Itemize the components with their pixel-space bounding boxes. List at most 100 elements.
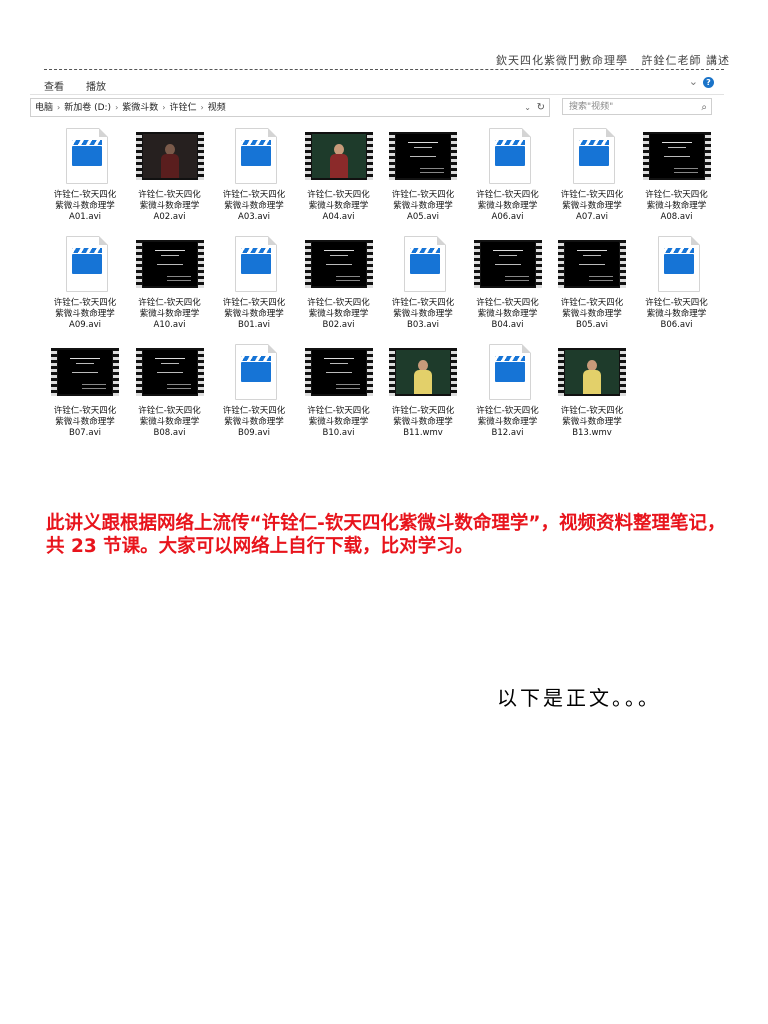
file-name-line2: 紫微斗数命理学: [308, 417, 369, 427]
file-name-line2: 紫微斗数命理学: [393, 417, 453, 427]
file-name-line1: 许铨仁-钦天四化: [307, 190, 370, 200]
file-name-line1: 许铨仁-钦天四化: [138, 298, 201, 308]
file-name-line2: 紫微斗数命理学: [308, 309, 369, 319]
file-name: 许铨仁-钦天四化 紫微斗数命理学 B13.wmv: [551, 406, 633, 439]
file-item[interactable]: 许铨仁-钦天四化 紫微斗数命理学 A02.avi: [129, 128, 211, 230]
address-bar[interactable]: 电脑 › 新加卷 (D:) › 紫微斗数 › 许铨仁 › 视频 ⌄ ↻: [30, 98, 550, 117]
file-item[interactable]: 许铨仁-钦天四化 紫微斗数命理学 A01.avi: [44, 128, 126, 230]
file-item[interactable]: 许铨仁-钦天四化 紫微斗数命理学 A08.avi: [636, 128, 718, 230]
file-name-line1: 许铨仁-钦天四化: [560, 190, 624, 200]
file-name-line2: 紫微斗数命理学: [562, 309, 622, 319]
breadcrumb-item[interactable]: 新加卷 (D:): [64, 103, 111, 113]
file-item[interactable]: 许铨仁-钦天四化 紫微斗数命理学 B01.avi: [213, 236, 295, 338]
file-name-line2: 紫微斗数命理学: [308, 201, 369, 211]
file-item[interactable]: 许铨仁-钦天四化 紫微斗数命理学 B10.avi: [298, 344, 380, 446]
refresh-icon[interactable]: ↻: [537, 99, 545, 116]
video-file-icon: [51, 128, 119, 186]
video-file-icon: [220, 236, 288, 294]
file-item[interactable]: 许铨仁-钦天四化 紫微斗数命理学 B04.avi: [467, 236, 549, 338]
file-name-line2: 紫微斗数命理学: [139, 201, 200, 211]
file-name-line3: A08.avi: [660, 212, 693, 222]
file-name-line2: 紫微斗数命理学: [477, 201, 538, 211]
address-dropdown-icon[interactable]: ⌄: [524, 99, 531, 116]
file-name-line3: A06.avi: [491, 212, 524, 222]
search-input[interactable]: 搜索"视频" ⌕: [562, 98, 712, 115]
file-item[interactable]: 许铨仁-钦天四化 紫微斗数命理学 B13.wmv: [551, 344, 633, 446]
file-name-line2: 紫微斗数命理学: [477, 309, 538, 319]
file-name-line3: B11.wmv: [403, 428, 443, 438]
help-icon[interactable]: ?: [703, 77, 714, 88]
file-name-line1: 许铨仁-钦天四化: [307, 406, 370, 416]
search-icon: ⌕: [701, 102, 707, 113]
file-name-line2: 紫微斗数命理学: [393, 309, 453, 319]
file-item[interactable]: 许铨仁-钦天四化 紫微斗数命理学 B02.avi: [298, 236, 380, 338]
page-header-title: 欽天四化紫微鬥數命理學: [496, 54, 628, 67]
video-thumbnail: [135, 344, 204, 402]
file-item[interactable]: 许铨仁-钦天四化 紫微斗数命理学 B12.avi: [467, 344, 549, 446]
video-thumbnail: [389, 128, 457, 186]
video-thumbnail: [51, 344, 119, 402]
breadcrumb-item[interactable]: 紫微斗数: [122, 103, 158, 113]
file-item[interactable]: 许铨仁-钦天四化 紫微斗数命理学 A10.avi: [129, 236, 211, 338]
ribbon-collapse-icon[interactable]: ⌄: [689, 75, 698, 88]
tab-view[interactable]: 查看: [44, 78, 64, 93]
file-name: 许铨仁-钦天四化 紫微斗数命理学 A05.avi: [382, 190, 464, 223]
file-name-line3: B09.avi: [238, 428, 270, 438]
file-name-line3: A05.avi: [407, 212, 439, 222]
video-thumbnail: [558, 344, 626, 402]
breadcrumb-item[interactable]: 视频: [208, 103, 226, 113]
tab-play[interactable]: 播放: [86, 78, 106, 93]
file-item[interactable]: 许铨仁-钦天四化 紫微斗数命理学 B06.avi: [636, 236, 718, 338]
file-name: 许铨仁-钦天四化 紫微斗数命理学 A06.avi: [467, 190, 549, 223]
file-name-line2: 紫微斗数命理学: [55, 417, 115, 427]
breadcrumb-separator: ›: [115, 103, 119, 112]
breadcrumb-separator: ›: [200, 103, 204, 112]
video-thumbnail: [304, 236, 373, 294]
file-name-line1: 许铨仁-钦天四化: [222, 298, 286, 308]
file-name-line1: 许铨仁-钦天四化: [138, 190, 201, 200]
video-thumbnail: [558, 236, 626, 294]
file-name-line1: 许铨仁-钦天四化: [391, 298, 455, 308]
file-name-line1: 许铨仁-钦天四化: [222, 190, 286, 200]
video-thumbnail: [389, 344, 457, 402]
file-name-line3: B12.avi: [491, 428, 524, 438]
file-name: 许铨仁-钦天四化 紫微斗数命理学 B11.wmv: [382, 406, 464, 439]
breadcrumb-item[interactable]: 电脑: [35, 103, 53, 113]
file-item[interactable]: 许铨仁-钦天四化 紫微斗数命理学 A06.avi: [467, 128, 549, 230]
video-thumbnail: [642, 128, 711, 186]
file-item[interactable]: 许铨仁-钦天四化 紫微斗数命理学 A04.avi: [298, 128, 380, 230]
file-name-line3: A02.avi: [153, 212, 186, 222]
file-name: 许铨仁-钦天四化 紫微斗数命理学 B12.avi: [467, 406, 549, 439]
file-name-line1: 许铨仁-钦天四化: [138, 406, 201, 416]
file-name: 许铨仁-钦天四化 紫微斗数命理学 B09.avi: [213, 406, 295, 439]
file-name: 许铨仁-钦天四化 紫微斗数命理学 B08.avi: [129, 406, 211, 439]
file-name-line3: B08.avi: [153, 428, 186, 438]
video-thumbnail: [135, 128, 204, 186]
file-name-line3: B07.avi: [69, 428, 101, 438]
file-name-line1: 许铨仁-钦天四化: [222, 406, 286, 416]
breadcrumb-separator: ›: [162, 103, 166, 112]
file-item[interactable]: 许铨仁-钦天四化 紫微斗数命理学 A05.avi: [382, 128, 464, 230]
file-name: 许铨仁-钦天四化 紫微斗数命理学 B07.avi: [44, 406, 126, 439]
search-placeholder: 搜索"视频": [569, 102, 614, 112]
file-name: 许铨仁-钦天四化 紫微斗数命理学 B02.avi: [298, 298, 380, 331]
header-rule: [44, 69, 724, 70]
file-item[interactable]: 许铨仁-钦天四化 紫微斗数命理学 A09.avi: [44, 236, 126, 338]
file-name: 许铨仁-钦天四化 紫微斗数命理学 A03.avi: [213, 190, 295, 223]
file-item[interactable]: 许铨仁-钦天四化 紫微斗数命理学 B05.avi: [551, 236, 633, 338]
file-item[interactable]: 许铨仁-钦天四化 紫微斗数命理学 B09.avi: [213, 344, 295, 446]
file-name-line3: A10.avi: [153, 320, 186, 330]
file-item[interactable]: 许铨仁-钦天四化 紫微斗数命理学 B08.avi: [129, 344, 211, 446]
file-item[interactable]: 许铨仁-钦天四化 紫微斗数命理学 B07.avi: [44, 344, 126, 446]
file-item[interactable]: 许铨仁-钦天四化 紫微斗数命理学 A07.avi: [551, 128, 633, 230]
file-item[interactable]: 许铨仁-钦天四化 紫微斗数命理学 B11.wmv: [382, 344, 464, 446]
file-name-line2: 紫微斗数命理学: [224, 201, 284, 211]
video-file-icon: [643, 236, 711, 294]
breadcrumb-item[interactable]: 许铨仁: [170, 103, 197, 113]
video-thumbnail: [304, 128, 373, 186]
file-item[interactable]: 许铨仁-钦天四化 紫微斗数命理学 A03.avi: [213, 128, 295, 230]
file-name-line1: 许铨仁-钦天四化: [53, 190, 117, 200]
video-thumbnail: [135, 236, 204, 294]
file-item[interactable]: 许铨仁-钦天四化 紫微斗数命理学 B03.avi: [382, 236, 464, 338]
video-file-icon: [558, 128, 626, 186]
